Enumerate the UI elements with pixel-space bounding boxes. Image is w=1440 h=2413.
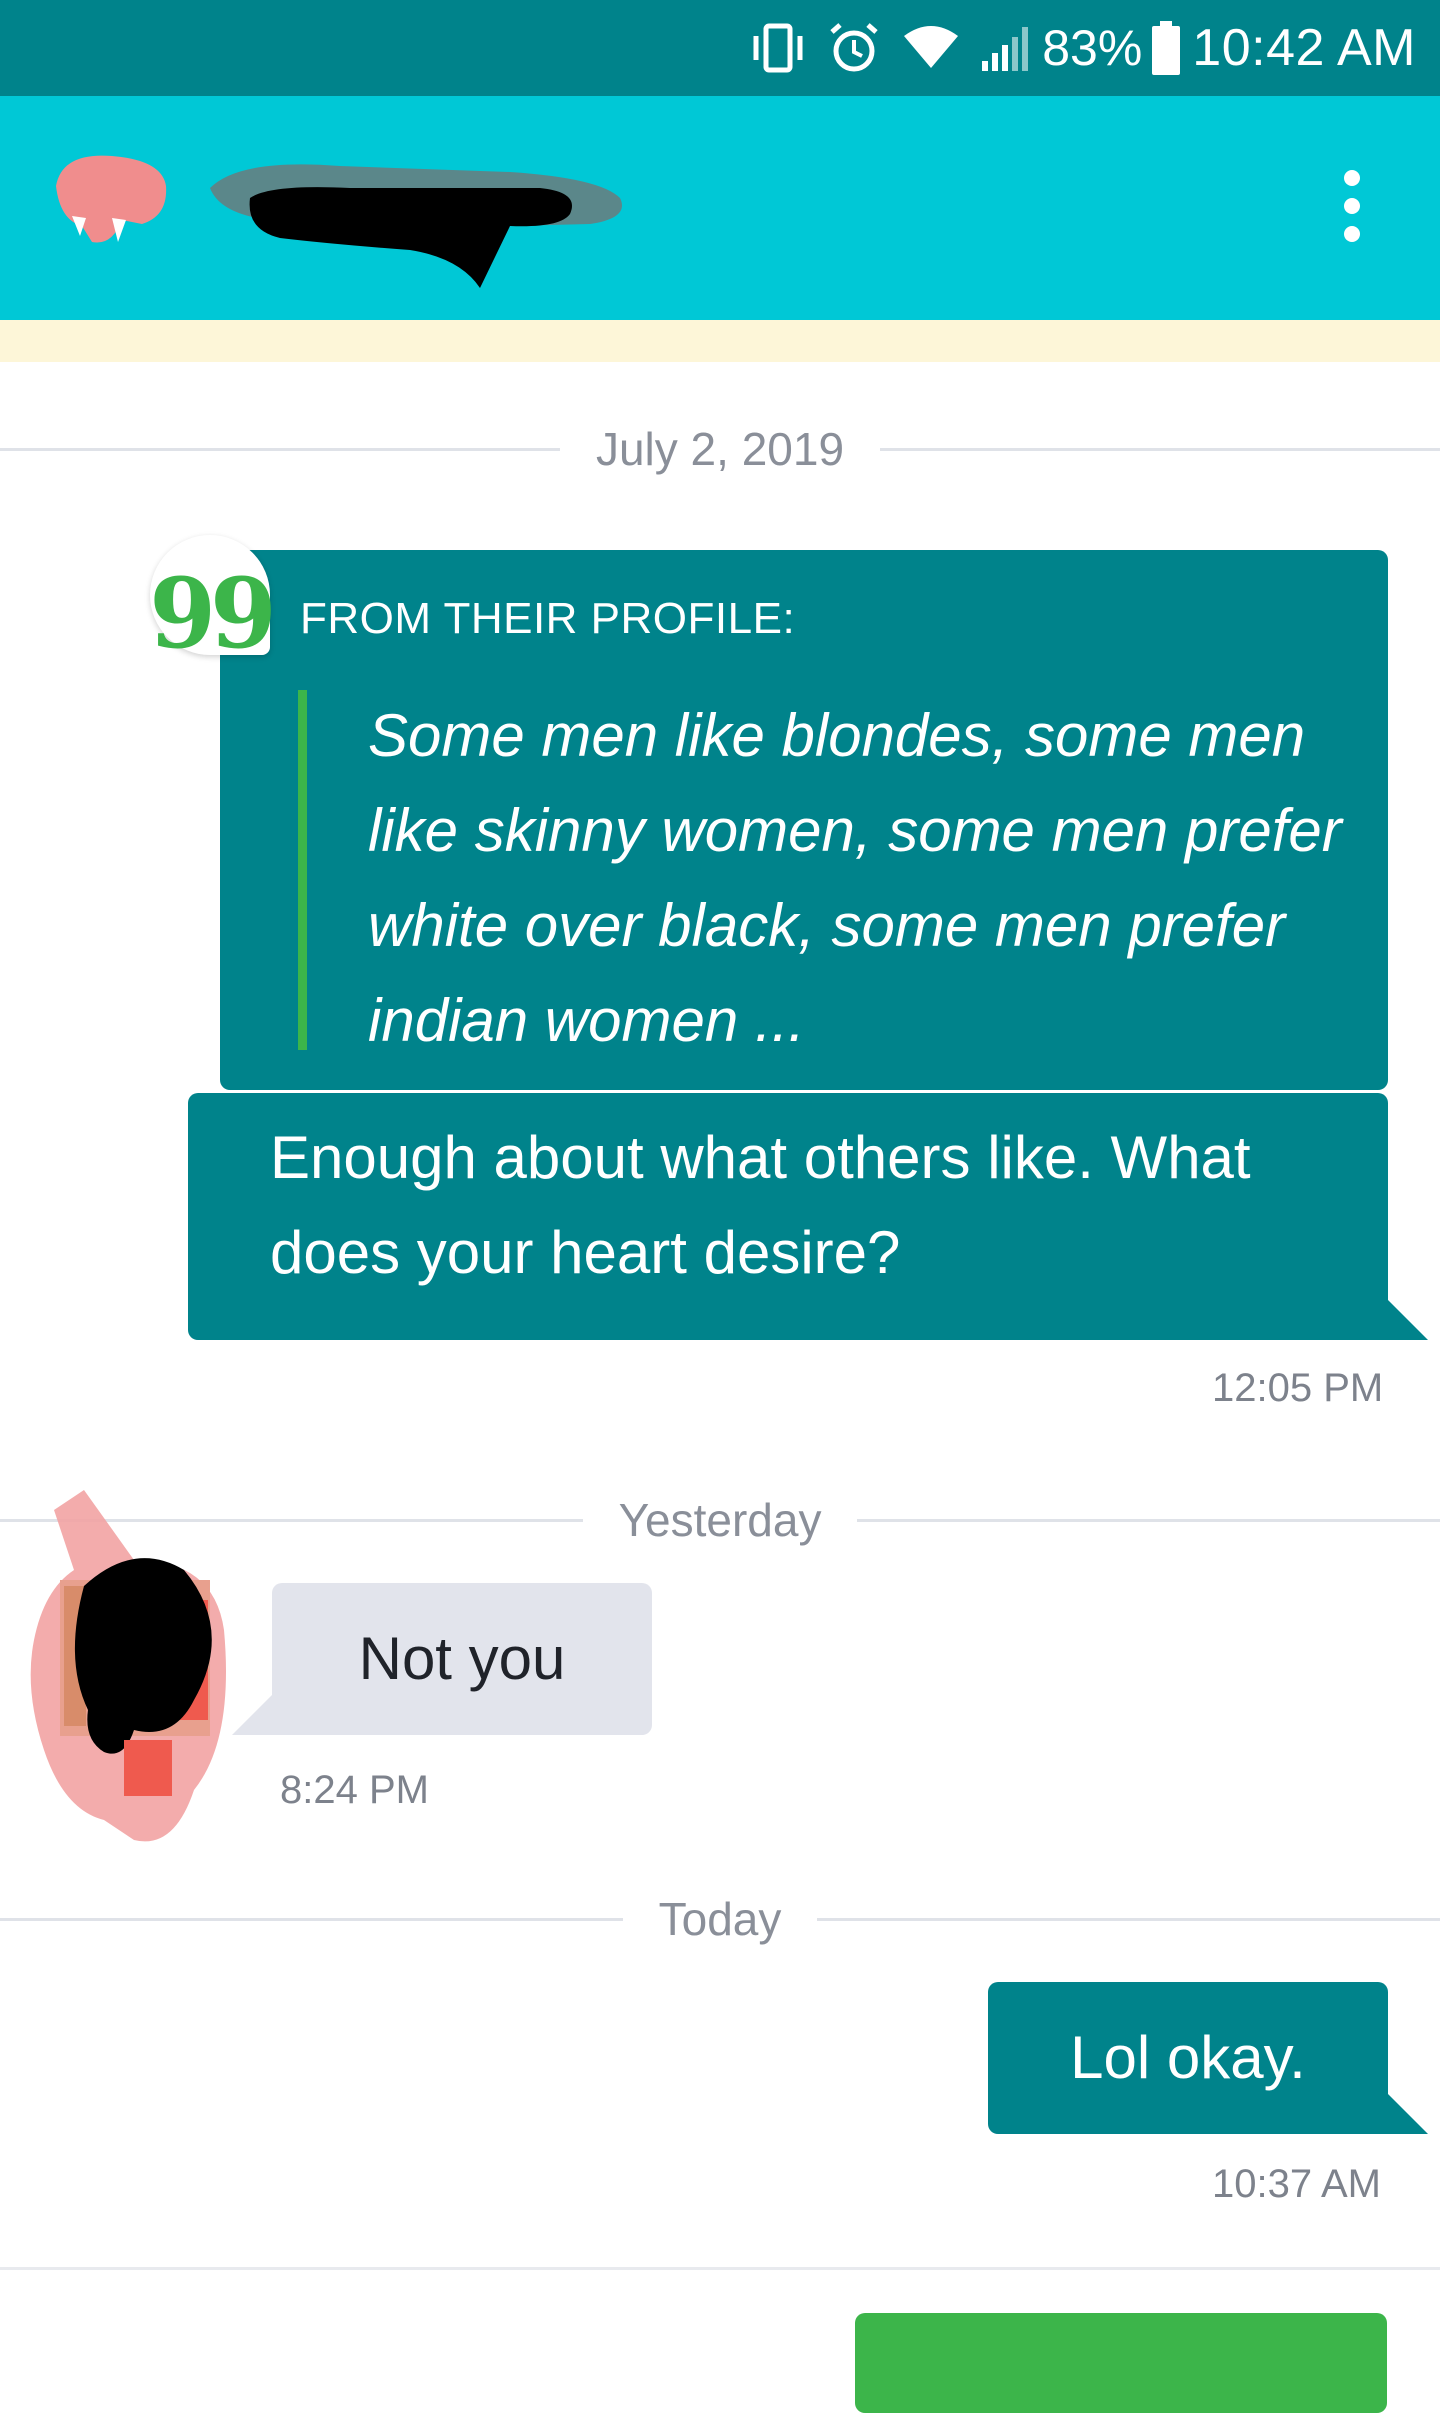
- profile-quote-text: Some men like blondes, some men like ski…: [368, 702, 1342, 1054]
- status-time: 10:42 AM: [1192, 19, 1416, 77]
- app-bar: [0, 96, 1440, 320]
- incoming-message[interactable]: Not you: [272, 1583, 652, 1735]
- wifi-icon: [902, 24, 960, 72]
- alarm-icon: [826, 20, 882, 76]
- date-separator-label: Yesterday: [618, 1494, 822, 1546]
- composer-divider: [0, 2267, 1440, 2270]
- quote-accent-bar: [298, 690, 307, 1050]
- message-text: Enough about what others like. What does…: [270, 1124, 1251, 1286]
- message-text: Not you: [358, 1625, 566, 1692]
- vibrate-icon: [750, 22, 806, 74]
- date-separator: July 2, 2019: [0, 419, 1440, 479]
- outgoing-message[interactable]: Enough about what others like. What does…: [188, 1093, 1388, 1340]
- separator-line: [857, 1518, 1440, 1522]
- message-timestamp: 10:37 AM: [1212, 2162, 1382, 2206]
- outgoing-message[interactable]: Lol okay.: [988, 1982, 1388, 2134]
- sender-avatar[interactable]: [24, 1490, 254, 1850]
- message-text: Lol okay.: [1070, 2024, 1306, 2091]
- separator-line: [880, 447, 1440, 451]
- date-separator-label: Today: [658, 1893, 782, 1945]
- bubble-tail: [1388, 2094, 1428, 2134]
- more-vert-icon[interactable]: [1320, 166, 1384, 246]
- separator-line: [0, 1917, 623, 1921]
- notice-banner: [0, 320, 1440, 362]
- date-separator-label: July 2, 2019: [595, 423, 845, 475]
- date-separator: Today: [0, 1889, 1440, 1949]
- contact-avatar[interactable]: [52, 146, 172, 256]
- quote-badge: 99: [149, 535, 277, 662]
- contact-name-redacted: [210, 148, 630, 288]
- separator-line: [0, 447, 560, 451]
- battery-icon: [1152, 21, 1181, 75]
- message-timestamp: 8:24 PM: [280, 1768, 429, 1812]
- send-action-button[interactable]: [855, 2313, 1387, 2413]
- battery-percentage: 83%: [1042, 20, 1143, 76]
- signal-icon: [980, 23, 1034, 73]
- message-timestamp: 12:05 PM: [1212, 1366, 1384, 1410]
- quote-icon: 99: [149, 557, 277, 670]
- status-bar: 83% 10:42 AM: [0, 0, 1440, 96]
- separator-line: [817, 1917, 1440, 1921]
- bubble-tail: [1388, 1300, 1428, 1340]
- profile-quote-label: FROM THEIR PROFILE:: [300, 594, 796, 643]
